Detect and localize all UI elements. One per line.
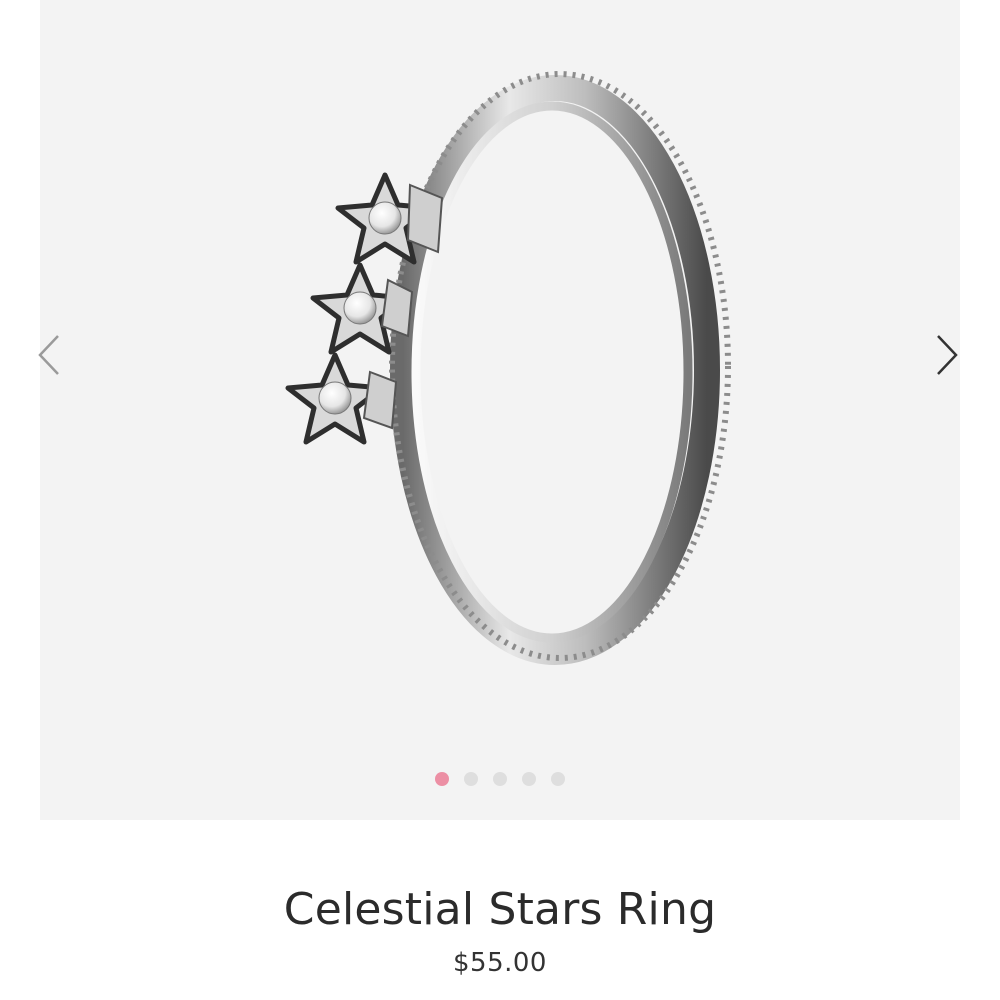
- previous-image-button[interactable]: [30, 330, 70, 380]
- carousel-dot-1[interactable]: [435, 772, 449, 786]
- product-price: $55.00: [453, 948, 547, 978]
- product-page: Celestial Stars Ring $55.00: [0, 0, 1000, 1000]
- chevron-right-icon: [937, 335, 958, 375]
- carousel-dot-2[interactable]: [464, 772, 478, 786]
- product-image-carousel[interactable]: [38, 0, 960, 820]
- chevron-left-icon: [38, 335, 59, 375]
- carousel-dot-4[interactable]: [522, 772, 536, 786]
- product-name: Celestial Stars Ring: [283, 884, 717, 935]
- next-image-button[interactable]: [928, 330, 968, 380]
- product-image-ring: [285, 71, 731, 665]
- carousel-pagination: [0, 772, 1000, 786]
- carousel-dot-5[interactable]: [551, 772, 565, 786]
- carousel-dot-3[interactable]: [493, 772, 507, 786]
